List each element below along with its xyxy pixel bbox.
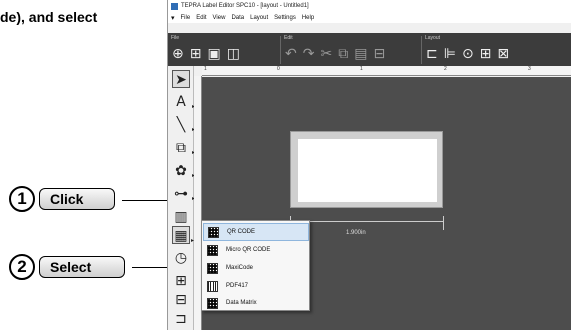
menu-layout[interactable]: Layout <box>250 15 268 21</box>
pdf417-icon <box>207 280 218 292</box>
2d-code-tool-icon[interactable]: ▦ ▸ <box>172 226 194 244</box>
ruler-mark: 1 <box>204 66 207 72</box>
window-title: TEPRA Label Editor SPC10 - [layout - Unt… <box>181 3 309 9</box>
menu-item-maxicode[interactable]: MaxiCode <box>203 259 309 277</box>
micro-qr-code-icon <box>207 244 218 256</box>
text-tool-icon[interactable]: A▸ <box>172 93 195 111</box>
menu-bar: ▾ File Edit View Data Layout Settings He… <box>168 12 571 23</box>
ribbon-group-label: Layout <box>425 35 441 41</box>
import-tool-icon[interactable]: ⊐ <box>172 310 190 328</box>
label-tape[interactable] <box>290 131 443 208</box>
menu-view[interactable]: View <box>213 15 226 21</box>
horizontal-ruler: 1 0 1 2 3 <box>202 66 571 76</box>
new-file-icon[interactable]: ⊕ <box>172 46 184 62</box>
save-icon[interactable]: ▣ <box>207 46 220 62</box>
menu-settings[interactable]: Settings <box>274 15 296 21</box>
callout-select: 2 Select <box>9 254 125 280</box>
toolbox: ➤ A▸ ╲▸ ⧉▸ ✿▸ ⊶▸ ▥ ▦▸ ◷ ⊞ ⊟ ⊐ <box>168 66 195 330</box>
ribbon-group-layout: Layout ⊏ ⊫ ⊙ ⊞ ⊠ <box>422 33 571 66</box>
step-label-select: Select <box>39 256 125 278</box>
ruler-mark: 2 <box>444 66 447 72</box>
ribbon: File ⊕ ⊞ ▣ ◫ Edit ↶ ↷ ✂ ⧉ ▤ ⊟ Layout ⊏ ⊫… <box>168 33 571 66</box>
frame-tool-icon[interactable]: ⧉▸ <box>172 139 195 157</box>
arrange-icon[interactable]: ⊞ <box>480 46 492 62</box>
paste-icon[interactable]: ▤ <box>354 46 367 62</box>
ribbon-group-edit: Edit ↶ ↷ ✂ ⧉ ▤ ⊟ <box>281 33 421 66</box>
pattern-icon[interactable]: ⊠ <box>497 46 509 62</box>
ruler-mark: 0 <box>277 66 280 72</box>
step-label-click: Click <box>39 188 115 210</box>
title-bar: TEPRA Label Editor SPC10 - [layout - Unt… <box>168 0 571 12</box>
dimension-label: 1.900in <box>346 230 366 236</box>
ruler-mark: 1 <box>360 66 363 72</box>
label-print-area[interactable] <box>298 139 437 202</box>
pointer-tool-icon[interactable]: ➤ <box>172 70 190 88</box>
2d-code-menu: QR CODE Micro QR CODE MaxiCode PDF417 Da… <box>201 220 310 311</box>
undo-icon[interactable]: ↶ <box>285 46 297 62</box>
data-matrix-icon <box>207 297 218 309</box>
menu-help[interactable]: Help <box>302 15 314 21</box>
menu-edit[interactable]: Edit <box>196 15 206 21</box>
step-number-1: 1 <box>9 186 35 212</box>
maxicode-icon <box>207 262 218 274</box>
dimension-line <box>291 221 443 222</box>
cut-icon[interactable]: ✂ <box>320 46 332 62</box>
delete-icon[interactable]: ⊟ <box>373 46 385 62</box>
align-icon[interactable]: ⊫ <box>444 46 456 62</box>
menu-item-qr-code[interactable]: QR CODE <box>203 223 309 241</box>
dimension-tick <box>443 216 444 230</box>
menu-item-label: Micro QR CODE <box>226 247 271 253</box>
copy-icon[interactable]: ⧉ <box>338 46 348 62</box>
menu-item-label: PDF417 <box>226 283 249 289</box>
menu-item-label: MaxiCode <box>226 265 254 271</box>
menu-item-data-matrix[interactable]: Data Matrix <box>203 294 309 312</box>
clipart-tool-icon[interactable]: ✿▸ <box>172 162 195 180</box>
rotate-icon[interactable]: ⊙ <box>462 46 474 62</box>
barcode-tool-icon[interactable]: ▥ <box>172 208 190 226</box>
ribbon-group-label: Edit <box>284 35 293 41</box>
redo-icon[interactable]: ↷ <box>303 46 315 62</box>
date-time-tool-icon[interactable]: ◷ <box>172 249 190 267</box>
ruler-mark: 3 <box>528 66 531 72</box>
open-file-icon[interactable]: ⊞ <box>190 46 202 62</box>
ribbon-group-label: File <box>171 35 180 41</box>
app-logo-icon <box>171 2 178 10</box>
line-tool-icon[interactable]: ╲▸ <box>172 116 195 134</box>
step-number-2: 2 <box>9 254 35 280</box>
book-icon[interactable]: ◫ <box>227 46 240 62</box>
menu-file[interactable]: File <box>181 15 191 21</box>
menu-item-label: QR CODE <box>227 229 256 235</box>
layout-tool-icon[interactable]: ⊟ <box>172 291 190 309</box>
callout-click: 1 Click <box>9 186 115 212</box>
frame-icon[interactable]: ⊏ <box>426 46 438 62</box>
menu-item-pdf417[interactable]: PDF417 <box>203 277 309 295</box>
menu-item-micro-qr-code[interactable]: Micro QR CODE <box>203 241 309 259</box>
ribbon-group-file: File ⊕ ⊞ ▣ ◫ <box>168 33 280 66</box>
instruction-text: de), and select <box>0 9 98 25</box>
menu-data[interactable]: Data <box>231 15 244 21</box>
app-menu-icon[interactable]: ▾ <box>171 14 175 22</box>
qr-code-icon <box>208 226 219 238</box>
menu-item-label: Data Matrix <box>226 300 257 306</box>
symbol-tool-icon[interactable]: ⊶▸ <box>172 185 195 203</box>
table-tool-icon[interactable]: ⊞ <box>172 272 190 290</box>
